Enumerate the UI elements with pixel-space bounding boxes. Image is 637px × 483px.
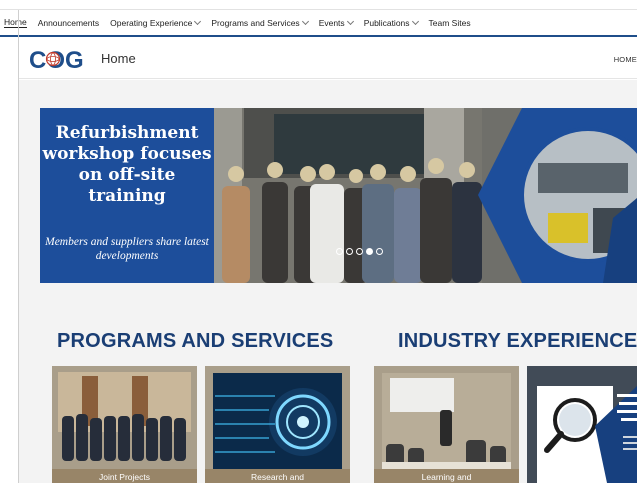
page-title: Home (101, 51, 136, 66)
chevron-down-icon (411, 17, 419, 25)
home-link[interactable]: HOME (614, 55, 637, 64)
page: Home Announcements Operating Experience … (0, 0, 637, 483)
industry-section-title: INDUSTRY EXPERIENCE (398, 330, 637, 352)
chevron-down-icon (194, 17, 202, 25)
site-header: COG Home HOME (19, 39, 637, 79)
nav-label: Events (318, 17, 345, 28)
nav-label: Announcements (37, 17, 100, 28)
card-graphic (527, 366, 637, 483)
hero-carousel[interactable]: Refurbishment workshop focuses on off-si… (40, 108, 637, 283)
nav-label: Operating Experience (110, 17, 193, 28)
nav-label: Home (4, 17, 27, 27)
hero-feature-graphic (478, 108, 637, 283)
card-photo (52, 366, 197, 483)
top-strip (0, 0, 637, 10)
carousel-dot[interactable] (346, 248, 353, 255)
logo-atom (45, 51, 61, 67)
nav-item-operating-experience[interactable]: Operating Experience (110, 17, 202, 28)
card-caption: Learning and (374, 469, 519, 483)
programs-section-title: PROGRAMS AND SERVICES (57, 330, 334, 352)
nav-item-events[interactable]: Events (318, 17, 354, 28)
card-joint-projects[interactable]: Joint Projects (52, 366, 197, 483)
nav-item-publications[interactable]: Publications (363, 17, 419, 28)
card-industry-experience[interactable] (527, 366, 637, 483)
top-navigation: Home Announcements Operating Experience … (0, 10, 637, 37)
nav-label: Team Sites (428, 17, 471, 28)
chevron-down-icon (346, 17, 354, 25)
card-caption: Research and (205, 469, 350, 483)
carousel-dot[interactable] (376, 248, 383, 255)
chevron-down-icon (301, 17, 309, 25)
card-photo (374, 366, 519, 483)
hero-subline: Members and suppliers share latest devel… (45, 236, 209, 262)
carousel-dot[interactable] (336, 248, 343, 255)
nav-label: Programs and Services (211, 17, 300, 28)
nav-item-home[interactable]: Home (4, 17, 27, 28)
hero-headline: Refurbishment workshop focuses on off-si… (42, 123, 212, 206)
nav-label: Publications (363, 17, 410, 28)
nav-item-team-sites[interactable]: Team Sites (429, 18, 471, 28)
card-learning[interactable]: Learning and (374, 366, 519, 483)
nav-item-announcements[interactable]: Announcements (38, 18, 99, 28)
hero-text-panel: Refurbishment workshop focuses on off-si… (40, 108, 214, 283)
card-photo (205, 366, 350, 483)
carousel-dot[interactable] (356, 248, 363, 255)
cog-logo[interactable]: COG (29, 47, 97, 71)
nav-item-programs-and-services[interactable]: Programs and Services (211, 17, 309, 28)
card-caption: Joint Projects (52, 469, 197, 483)
carousel-dot-active[interactable] (366, 248, 373, 255)
card-research[interactable]: Research and (205, 366, 350, 483)
carousel-indicators (336, 248, 386, 255)
